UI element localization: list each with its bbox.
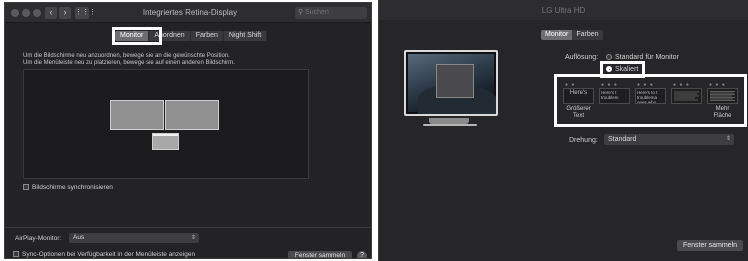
arrange-info-line-2: Um die Menüleiste neu zu platzieren, bew… [23,60,235,66]
sync-options-checkbox[interactable] [13,251,19,258]
highlight-monitor-tab [112,27,162,45]
airplay-select[interactable]: Aus ⇕ [69,233,199,243]
left-titlebar: ‹ › ⋮⋮⋮ Integriertes Retina-Display ⚲ [5,3,371,23]
airplay-label: AirPlay-Monitor: [15,235,62,242]
airplay-value: Aus [73,234,85,241]
arrange-info-line-1: Um die Bildschirme neu anzuordnen, beweg… [23,53,230,59]
help-icon[interactable]: ? [357,251,367,258]
search-field[interactable]: ⚲ [295,7,367,19]
display-thumbnail-builtin[interactable] [152,133,179,150]
chevron-updown-icon: ⇕ [725,136,731,142]
grid-icon[interactable]: ⋮⋮⋮ [75,7,96,19]
option-default-label: Standard für Monitor [615,54,679,61]
rotation-select[interactable]: Standard ⇕ [604,134,734,145]
mirror-displays-row[interactable]: Bildschirme synchronisieren [23,184,113,191]
sync-options-label: Sync-Optionen bei Verfügbarkeit in der M… [22,251,196,258]
monitor-image [404,50,498,116]
highlight-scale-options [554,74,747,127]
gather-windows-button[interactable]: Fenster sammeln [288,251,352,258]
sync-options-row[interactable]: Sync-Optionen bei Verfügbarkeit in der M… [13,251,195,258]
tab-colors[interactable]: Farben [190,31,224,41]
monitor-wallpaper [408,54,496,114]
window-title: Integriertes Retina-Display [142,8,238,17]
close-icon[interactable] [11,9,19,17]
rotation-value: Standard [608,136,637,143]
back-arrow-icon[interactable]: ‹ [45,7,57,19]
zoom-icon[interactable] [33,9,41,17]
option-default-row[interactable]: Standard für Monitor [606,54,679,61]
bottom-panel: AirPlay-Monitor: Aus ⇕ Sync-Optionen bei… [5,227,371,258]
wallpaper-window [436,64,474,98]
chevron-updown-icon: ⇕ [190,235,196,241]
resolution-label: Auflösung: [565,54,599,61]
display-thumbnail-2[interactable] [165,100,219,130]
left-preferences-window: ‹ › ⋮⋮⋮ Integriertes Retina-Display ⚲ Mo… [4,2,372,259]
window-title-right: LG Ultra HD [379,0,748,20]
rotation-label: Drehung: [569,137,598,144]
mirror-checkbox[interactable] [23,184,29,191]
display-arrangement-area [23,69,309,179]
tab-monitor-right[interactable]: Monitor [541,30,573,40]
monitor-base [423,124,477,126]
tab-colors-right[interactable]: Farben [572,30,603,40]
mirror-label: Bildschirme synchronisieren [32,184,113,191]
display-thumbnail-1[interactable] [110,100,164,130]
menu-bar-indicator[interactable] [153,134,178,136]
tab-night-shift[interactable]: Night Shift [223,31,268,41]
radio-default[interactable] [606,54,612,61]
gather-windows-button-right[interactable]: Fenster sammeln [677,240,743,251]
forward-arrow-icon[interactable]: › [59,7,71,19]
right-preferences-window: LG Ultra HD Monitor Farben Auflösung: St… [378,0,748,261]
search-input[interactable] [305,9,362,16]
search-icon: ⚲ [298,9,304,16]
minimize-icon[interactable] [22,9,30,17]
pane-tabs-right: Monitor Farben [541,30,603,40]
